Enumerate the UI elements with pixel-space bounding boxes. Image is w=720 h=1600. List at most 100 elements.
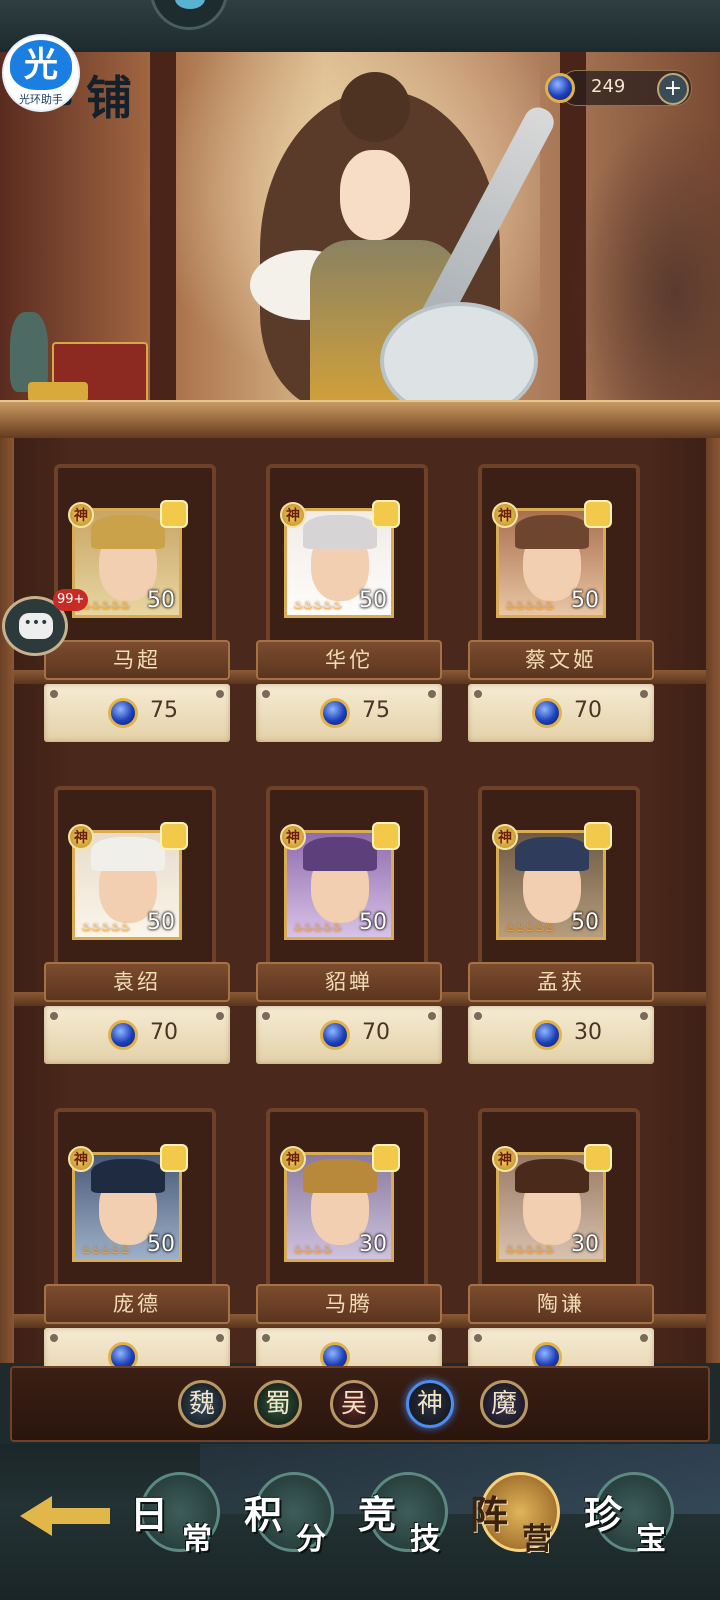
hero-level: 50: [359, 588, 387, 613]
price-tag[interactable]: 70: [468, 684, 654, 742]
shop-item-card[interactable]: ♨♨♨♨♨ 30 神陶谦: [468, 1108, 660, 1398]
puzzle-piece-icon: [372, 500, 400, 528]
price-tag[interactable]: 75: [44, 684, 230, 742]
name-plate: 马超: [44, 640, 230, 680]
puzzle-piece-icon: [584, 822, 612, 850]
divine-badge-icon: 神: [492, 824, 518, 850]
faction-filter-button[interactable]: 吴: [330, 1380, 378, 1428]
price-value: 70: [150, 1020, 178, 1045]
puzzle-piece-icon: [372, 1144, 400, 1172]
tab-char-1: 积: [244, 1492, 283, 1537]
hero-name: 陶谦: [537, 1292, 585, 1316]
price-tag[interactable]: 70: [44, 1006, 230, 1064]
shop-item-card[interactable]: ♨♨♨♨♨ 50 神蔡文姬 70: [468, 464, 660, 754]
tab-char-2: 分: [296, 1522, 326, 1557]
hero-level: 50: [147, 588, 175, 613]
hero-name: 华佗: [325, 648, 373, 672]
divine-badge-icon: 神: [68, 824, 94, 850]
page-title: 铺: [86, 71, 136, 125]
helper-app-button[interactable]: 光 光环助手: [4, 36, 78, 110]
shop-item-card[interactable]: ♨♨♨♨♨ 50 神庞德: [44, 1108, 236, 1398]
star-rating-icon: ♨♨♨♨♨: [81, 1242, 131, 1256]
bottom-tab[interactable]: 日常: [130, 1464, 238, 1564]
hero-name: 蔡文姬: [525, 648, 597, 672]
puzzle-piece-icon: [584, 500, 612, 528]
price-tag[interactable]: 75: [256, 684, 442, 742]
star-rating-icon: ♨♨♨♨♨: [293, 598, 343, 612]
top-bar: [0, 0, 720, 54]
star-rating-icon: ♨♨♨♨♨: [505, 1242, 555, 1256]
notch-mascot-icon: [150, 0, 228, 30]
name-plate: 庞德: [44, 1284, 230, 1324]
name-plate: 华佗: [256, 640, 442, 680]
star-rating-icon: ♨♨♨♨♨: [81, 598, 131, 612]
puzzle-piece-icon: [584, 1144, 612, 1172]
hero-level: 50: [571, 910, 599, 935]
hero-name: 孟获: [537, 970, 585, 994]
back-button[interactable]: [20, 1488, 120, 1538]
faction-filter-button[interactable]: 魏: [178, 1380, 226, 1428]
vase-decoration: [10, 312, 48, 392]
faction-filter-button[interactable]: 魔: [480, 1380, 528, 1428]
tab-char-2: 常: [182, 1522, 212, 1557]
blue-gem-icon: [532, 698, 562, 728]
name-plate: 马腾: [256, 1284, 442, 1324]
shop-item-card[interactable]: ♨♨♨♨♨ 50 神华佗 75: [256, 464, 448, 754]
shop-item-card[interactable]: ♨♨♨♨♨ 50 神貂蝉 70: [256, 786, 448, 1076]
shop-item-card[interactable]: ♨♨♨♨♨ 50 神孟获 30: [468, 786, 660, 1076]
bottom-tab[interactable]: 竞技: [358, 1464, 466, 1564]
banner-divider: [0, 400, 720, 442]
divine-badge-icon: 神: [492, 502, 518, 528]
tab-char-1: 日: [130, 1492, 169, 1537]
tab-char-1: 竞: [358, 1492, 397, 1537]
bottom-tab[interactable]: 积分: [244, 1464, 352, 1564]
hero-level: 50: [571, 588, 599, 613]
tab-char-2: 技: [410, 1522, 440, 1557]
add-currency-button[interactable]: +: [657, 73, 689, 105]
hero-level: 50: [147, 910, 175, 935]
divine-badge-icon: 神: [280, 1146, 306, 1172]
hero-name: 袁绍: [113, 970, 161, 994]
shop-item-card[interactable]: ♨♨♨♨ 30 神马腾: [256, 1108, 448, 1398]
puzzle-piece-icon: [160, 822, 188, 850]
tab-char-1: 阵: [470, 1492, 509, 1537]
bottom-nav: 日常积分竞技阵营珍宝: [0, 1444, 720, 1600]
bottom-tab[interactable]: 珍宝: [584, 1464, 692, 1564]
currency-display: 249 +: [545, 70, 692, 106]
hero-name: 马腾: [325, 1292, 373, 1316]
blue-gem-icon: [108, 698, 138, 728]
star-rating-icon: ♨♨♨♨♨: [81, 920, 131, 934]
helper-label: 光环助手: [19, 93, 63, 106]
name-plate: 孟获: [468, 962, 654, 1002]
price-tag[interactable]: 70: [256, 1006, 442, 1064]
faction-filter-button[interactable]: 神: [406, 1380, 454, 1428]
divine-badge-icon: 神: [492, 1146, 518, 1172]
price-value: 70: [574, 698, 602, 723]
price-value: 75: [150, 698, 178, 723]
blue-gem-icon: [108, 1020, 138, 1050]
price-value: 75: [362, 698, 390, 723]
hero-level: 30: [571, 1232, 599, 1257]
star-rating-icon: ♨♨♨♨♨: [293, 920, 343, 934]
price-value: 70: [362, 1020, 390, 1045]
back-arrow-icon: [20, 1496, 52, 1536]
hero-name: 马超: [113, 648, 161, 672]
faction-filter-bar: 魏蜀吴神魔: [10, 1366, 710, 1442]
chat-button[interactable]: ••• 99+: [2, 589, 89, 656]
puzzle-piece-icon: [372, 822, 400, 850]
divine-badge-icon: 神: [68, 1146, 94, 1172]
hero-name: 庞德: [113, 1292, 161, 1316]
price-tag[interactable]: 30: [468, 1006, 654, 1064]
tab-char-1: 珍: [584, 1492, 623, 1537]
faction-filter-button[interactable]: 蜀: [254, 1380, 302, 1428]
star-rating-icon: ♨♨♨♨: [293, 1242, 333, 1256]
shop-item-card[interactable]: ♨♨♨♨♨ 50 神袁绍 70: [44, 786, 236, 1076]
price-value: 30: [574, 1020, 602, 1045]
hero-level: 50: [359, 910, 387, 935]
name-plate: 蔡文姬: [468, 640, 654, 680]
star-rating-icon: ♨♨♨♨♨: [505, 598, 555, 612]
bottom-tab[interactable]: 阵营: [470, 1464, 578, 1564]
chat-icon: •••: [19, 613, 53, 639]
divine-badge-icon: 神: [280, 502, 306, 528]
gold-ingot-decoration: [28, 382, 88, 402]
